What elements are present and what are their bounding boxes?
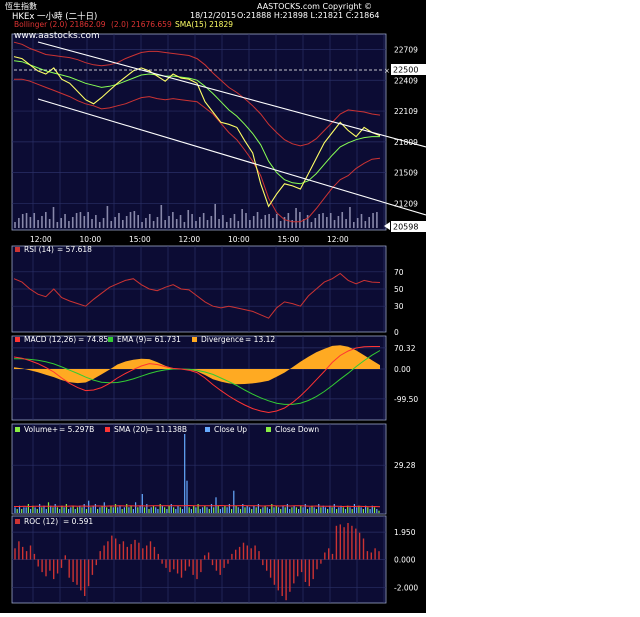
divergence-value: = 13.12	[245, 335, 275, 344]
rsi-y-tick: 70	[394, 268, 404, 277]
volume-value: = 5.297B	[59, 425, 94, 434]
roc-legend-swatch	[15, 519, 20, 524]
divergence-legend-swatch	[192, 337, 197, 342]
sma-label: SMA(15) 21829	[175, 20, 233, 29]
bollinger-label: Bollinger (2.0) 21862.09	[14, 20, 106, 29]
volume-legend-swatch	[15, 427, 20, 432]
macd-value: = 74.85	[78, 335, 108, 344]
marker-x: ×	[384, 67, 390, 75]
rsi-value: = 57.618	[57, 245, 92, 254]
rsi-y-tick: 0	[394, 328, 399, 337]
roc-y-tick: -2.000	[394, 584, 418, 593]
roc-label: ROC (12)	[24, 517, 58, 526]
ema-value: = 61.731	[146, 335, 181, 344]
price-y-tick: 22109	[394, 107, 418, 116]
divergence-label: Divergence	[201, 335, 244, 344]
vol-sma-legend-swatch	[105, 427, 110, 432]
chart-svg: 恆生指數 HKEx 一小時 (二十日) 18/12/2015 O:21888 H…	[0, 0, 427, 613]
close-up-swatch	[205, 427, 210, 432]
price-y-tick: 22709	[394, 45, 418, 54]
roc-y-tick: 1.950	[394, 528, 416, 537]
x-tick-label: 12:00	[30, 235, 52, 244]
volume-label: Volume+	[24, 425, 58, 434]
macd-y-tick: 70.32	[394, 344, 416, 353]
roc-y-tick: 0.000	[394, 556, 416, 565]
marker-bottom-text: 20598	[393, 223, 418, 232]
close-down-label: Close Down	[275, 425, 319, 434]
bollinger-label-2: (2.0) 21676.659	[111, 20, 172, 29]
macd-legend-swatch	[15, 337, 20, 342]
copyright-label: AASTOCKS.com Copyright ©	[257, 2, 372, 11]
macd-y-tick: -99.50	[394, 395, 418, 404]
ema-label: EMA (9)	[117, 335, 146, 344]
macd-y-tick: 0.00	[394, 365, 411, 374]
chinese-title: 恆生指數	[5, 1, 37, 11]
x-tick-label: 12:00	[179, 235, 201, 244]
x-tick-label: 10:00	[228, 235, 250, 244]
x-tick-label: 15:00	[129, 235, 151, 244]
vol-sma-label: SMA (20)	[114, 425, 148, 434]
stock-chart: 恆生指數 HKEx 一小時 (二十日) 18/12/2015 O:21888 H…	[0, 0, 427, 613]
macd-label: MACD (12,26)	[24, 335, 76, 344]
roc-value: = 0.591	[63, 517, 93, 526]
price-y-tick: 22409	[394, 76, 418, 85]
ema-legend-swatch	[108, 337, 113, 342]
vol-sma-value: = 11.138B	[147, 425, 187, 434]
close-down-swatch	[266, 427, 271, 432]
price-y-tick: 21209	[394, 199, 418, 208]
watermark: www.aastocks.com	[14, 31, 100, 41]
price-y-tick: 21509	[394, 169, 418, 178]
rsi-label: RSI (14)	[24, 245, 54, 254]
volume-y-ticks: 29.28	[394, 461, 416, 470]
price-y-tick: 21809	[394, 138, 418, 147]
rsi-legend-swatch	[15, 247, 20, 252]
date-label: 18/12/2015	[190, 11, 236, 20]
volume-y-tick: 29.28	[394, 461, 416, 470]
marker-top-text: 22500	[393, 66, 418, 75]
x-tick-label: 12:00	[327, 235, 349, 244]
close-up-label: Close Up	[214, 425, 247, 434]
x-tick-label: 15:00	[278, 235, 300, 244]
rsi-y-tick: 30	[394, 302, 404, 311]
x-tick-label: 10:00	[80, 235, 102, 244]
ohlc-label: O:21888 H:21898 L:21821 C:21864	[237, 11, 379, 20]
rsi-y-tick: 50	[394, 285, 404, 294]
